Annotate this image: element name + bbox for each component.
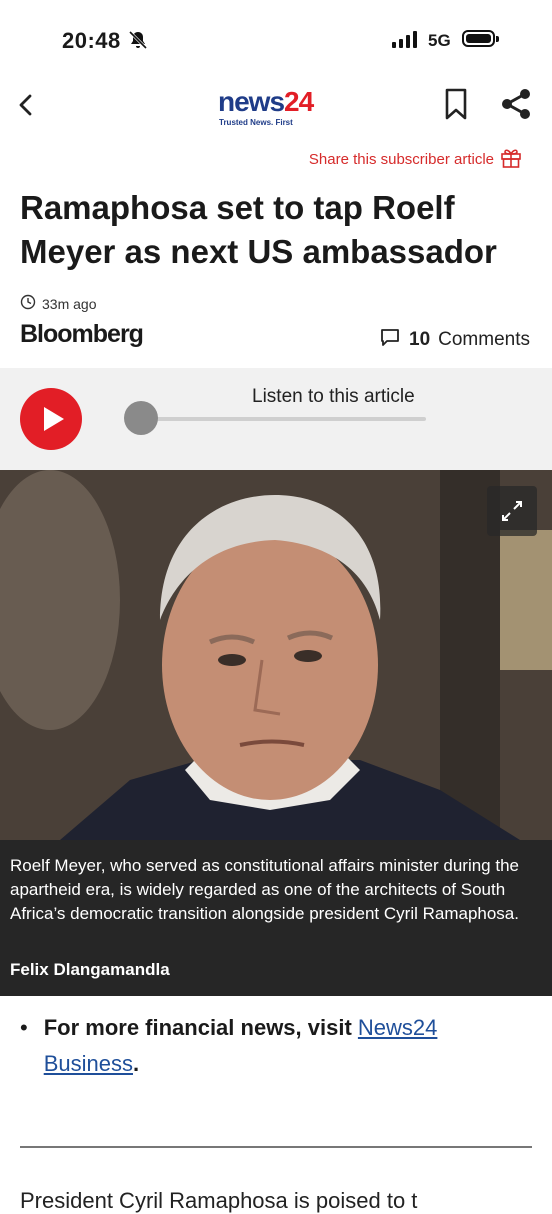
publish-time: 33m ago [20, 294, 96, 313]
share-subscriber-article-link[interactable]: Share this subscriber article [309, 146, 522, 172]
gift-icon [500, 146, 522, 172]
list-item: • For more financial news, visit News24 … [20, 1010, 520, 1082]
bullet-suffix: . [132, 1051, 140, 1076]
source-name: Bloomberg [20, 320, 144, 348]
caption-text: Roelf Meyer, who served as constitutiona… [10, 856, 519, 923]
bell-muted-icon [128, 30, 148, 55]
network-type: 5G [428, 31, 451, 50]
comment-icon [379, 326, 401, 354]
divider [20, 1146, 532, 1148]
play-icon[interactable] [20, 388, 82, 450]
bullet-text: For more financial news, visit News24 Bu… [44, 1010, 484, 1082]
audio-progress-track[interactable] [140, 417, 426, 421]
time-ago-text: 33m ago [42, 295, 97, 312]
top-nav: news24 Trusted News. First [0, 80, 552, 140]
battery-icon [462, 30, 499, 47]
expand-icon[interactable] [487, 486, 537, 536]
comments-button[interactable]: 10 Comments [379, 326, 530, 354]
bookmark-icon[interactable] [444, 88, 468, 125]
image-caption: Roelf Meyer, who served as constitutiona… [0, 840, 552, 996]
logo-number: 24 [284, 86, 314, 117]
audio-player: Listen to this article [0, 368, 552, 470]
photo-credit: Felix Dlangamandla [10, 960, 170, 979]
comments-label: Comments [438, 329, 530, 350]
logo-tagline: Trusted News. First [219, 118, 293, 127]
logo-main: news [218, 86, 285, 117]
status-bar: 20:48 5G [0, 0, 552, 80]
news24-logo[interactable]: news24 Trusted News. First [218, 86, 338, 130]
comments-count: 10 [409, 329, 431, 350]
clock-icon [20, 294, 36, 313]
article-paragraph: President Cyril Ramaphosa is poised to t [20, 1188, 418, 1213]
bullet-dot: • [20, 1015, 28, 1040]
subscriber-share-label: Share this subscriber article [308, 150, 494, 168]
share-icon[interactable] [500, 88, 532, 125]
bullet-prefix: For more financial news, visit [43, 1015, 358, 1040]
back-chevron-icon[interactable] [14, 90, 38, 120]
article-headline: Ramaphosa set to tap Roelf Meyer as next… [20, 189, 497, 270]
signal-icon [392, 30, 417, 48]
listen-label: Listen to this article [252, 386, 415, 407]
audio-progress-handle[interactable] [124, 401, 158, 435]
status-time: 20:48 [62, 28, 121, 53]
article-hero-image[interactable] [0, 470, 552, 840]
